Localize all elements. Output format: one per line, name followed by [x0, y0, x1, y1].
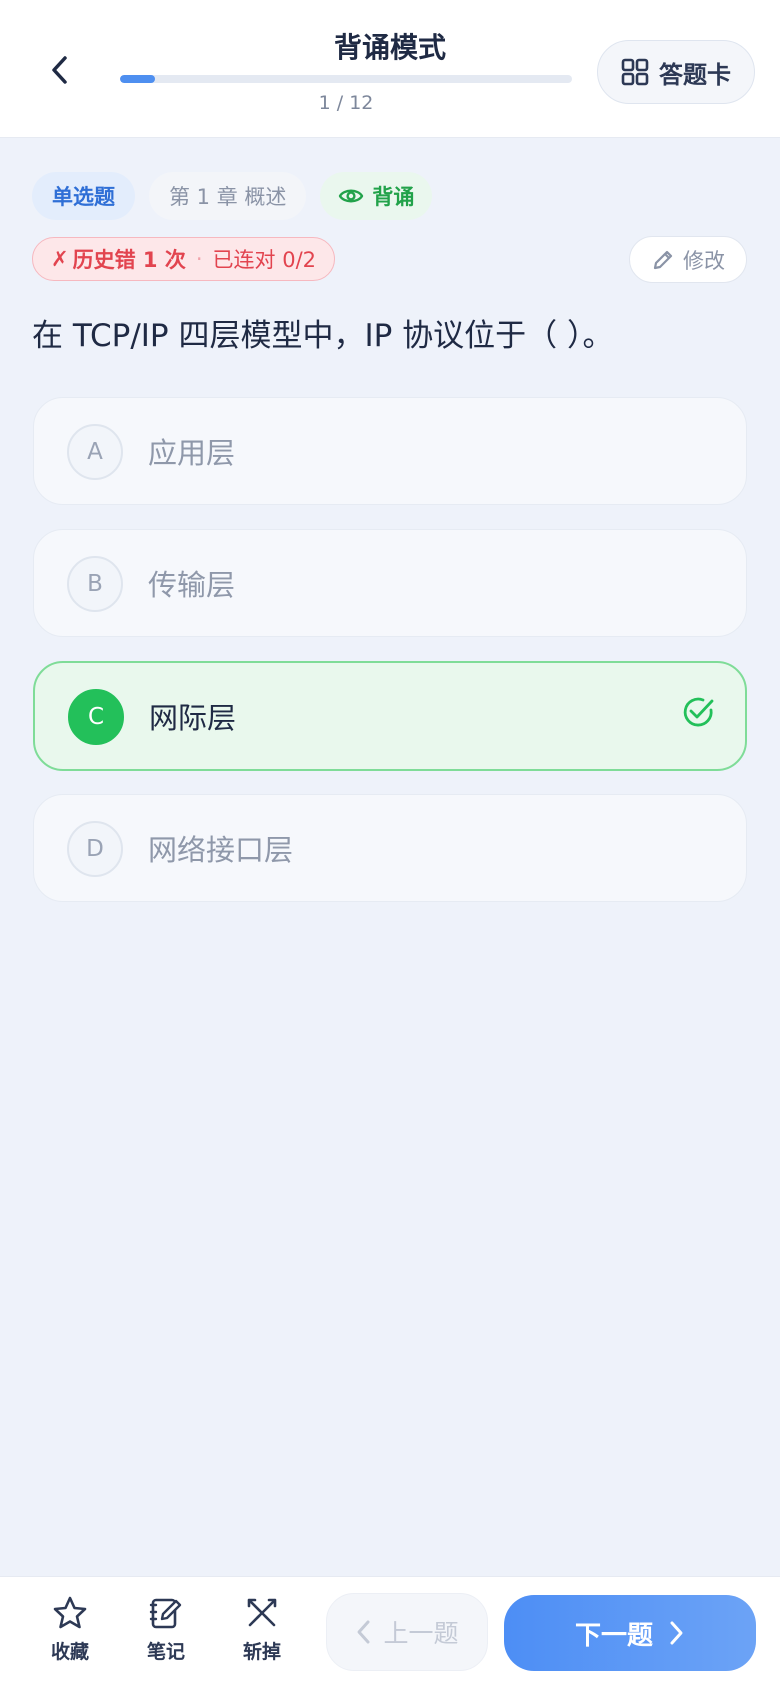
streak-count: 已连对 0/2 — [212, 248, 317, 272]
mode-tag: 背诵 — [320, 172, 433, 220]
pencil-icon — [653, 250, 673, 269]
option-text: 传输层 — [148, 568, 236, 602]
edit-button[interactable]: 修改 — [629, 236, 747, 283]
question-tags: 单选题 第 1 章 概述 背诵 — [32, 172, 433, 220]
chevron-right-icon — [670, 1621, 683, 1645]
previous-question-button[interactable]: 上一题 — [326, 1593, 488, 1671]
chapter-tag: 第 1 章 概述 — [149, 172, 307, 220]
badge-separator: · — [195, 247, 203, 271]
check-circle-icon — [683, 697, 714, 727]
question-type-tag: 单选题 — [32, 172, 135, 220]
favorite-label: 收藏 — [50, 1641, 89, 1663]
grid-icon — [621, 58, 649, 86]
progress-bar — [120, 75, 572, 83]
top-bar: 背诵模式 1 / 12 答题卡 — [0, 0, 780, 138]
option-letter: A — [67, 424, 123, 480]
error-mark: ✗ — [51, 247, 69, 271]
bottom-toolbar: 收藏 笔记 斩掉 上一题 下一题 — [0, 1576, 780, 1688]
previous-label: 上一题 — [383, 1619, 459, 1648]
mode-label: 背诵 — [372, 185, 415, 209]
option-text: 网络接口层 — [148, 833, 294, 867]
option-letter: C — [68, 689, 124, 745]
edit-label: 修改 — [683, 248, 725, 273]
remove-label: 斩掉 — [242, 1641, 281, 1663]
option-a[interactable]: A 应用层 — [33, 397, 747, 505]
crossed-swords-icon — [247, 1598, 277, 1627]
option-text: 网际层 — [149, 701, 237, 735]
option-text: 应用层 — [148, 436, 236, 470]
note-button[interactable]: 笔记 — [131, 1595, 201, 1675]
note-label: 笔记 — [146, 1641, 185, 1663]
chevron-left-icon — [52, 56, 67, 84]
eye-icon — [339, 189, 364, 203]
page-title: 背诵模式 — [333, 31, 446, 64]
option-letter: D — [67, 821, 123, 877]
favorite-button[interactable]: 收藏 — [35, 1595, 105, 1675]
remove-button[interactable]: 斩掉 — [227, 1595, 297, 1675]
next-label: 下一题 — [574, 1620, 653, 1651]
chevron-left-icon — [357, 1620, 370, 1644]
question-text: 在 TCP/IP 四层模型中，IP 协议位于（ ）。 — [32, 318, 614, 354]
progress-fill — [120, 75, 155, 83]
history-error-badge: ✗ 历史错 1 次 · 已连对 0/2 — [32, 237, 336, 281]
note-icon — [149, 1598, 182, 1629]
error-count: 历史错 1 次 — [72, 248, 186, 272]
answer-card-button[interactable]: 答题卡 — [597, 40, 755, 104]
option-letter: B — [67, 556, 123, 612]
star-icon — [53, 1596, 87, 1629]
answer-card-label: 答题卡 — [659, 60, 731, 89]
progress-counter: 1 / 12 — [318, 92, 374, 114]
option-d[interactable]: D 网络接口层 — [33, 794, 747, 902]
next-question-button[interactable]: 下一题 — [504, 1595, 756, 1671]
option-b[interactable]: B 传输层 — [33, 529, 747, 637]
option-c[interactable]: C 网际层 — [33, 661, 747, 771]
back-button[interactable] — [38, 48, 82, 92]
